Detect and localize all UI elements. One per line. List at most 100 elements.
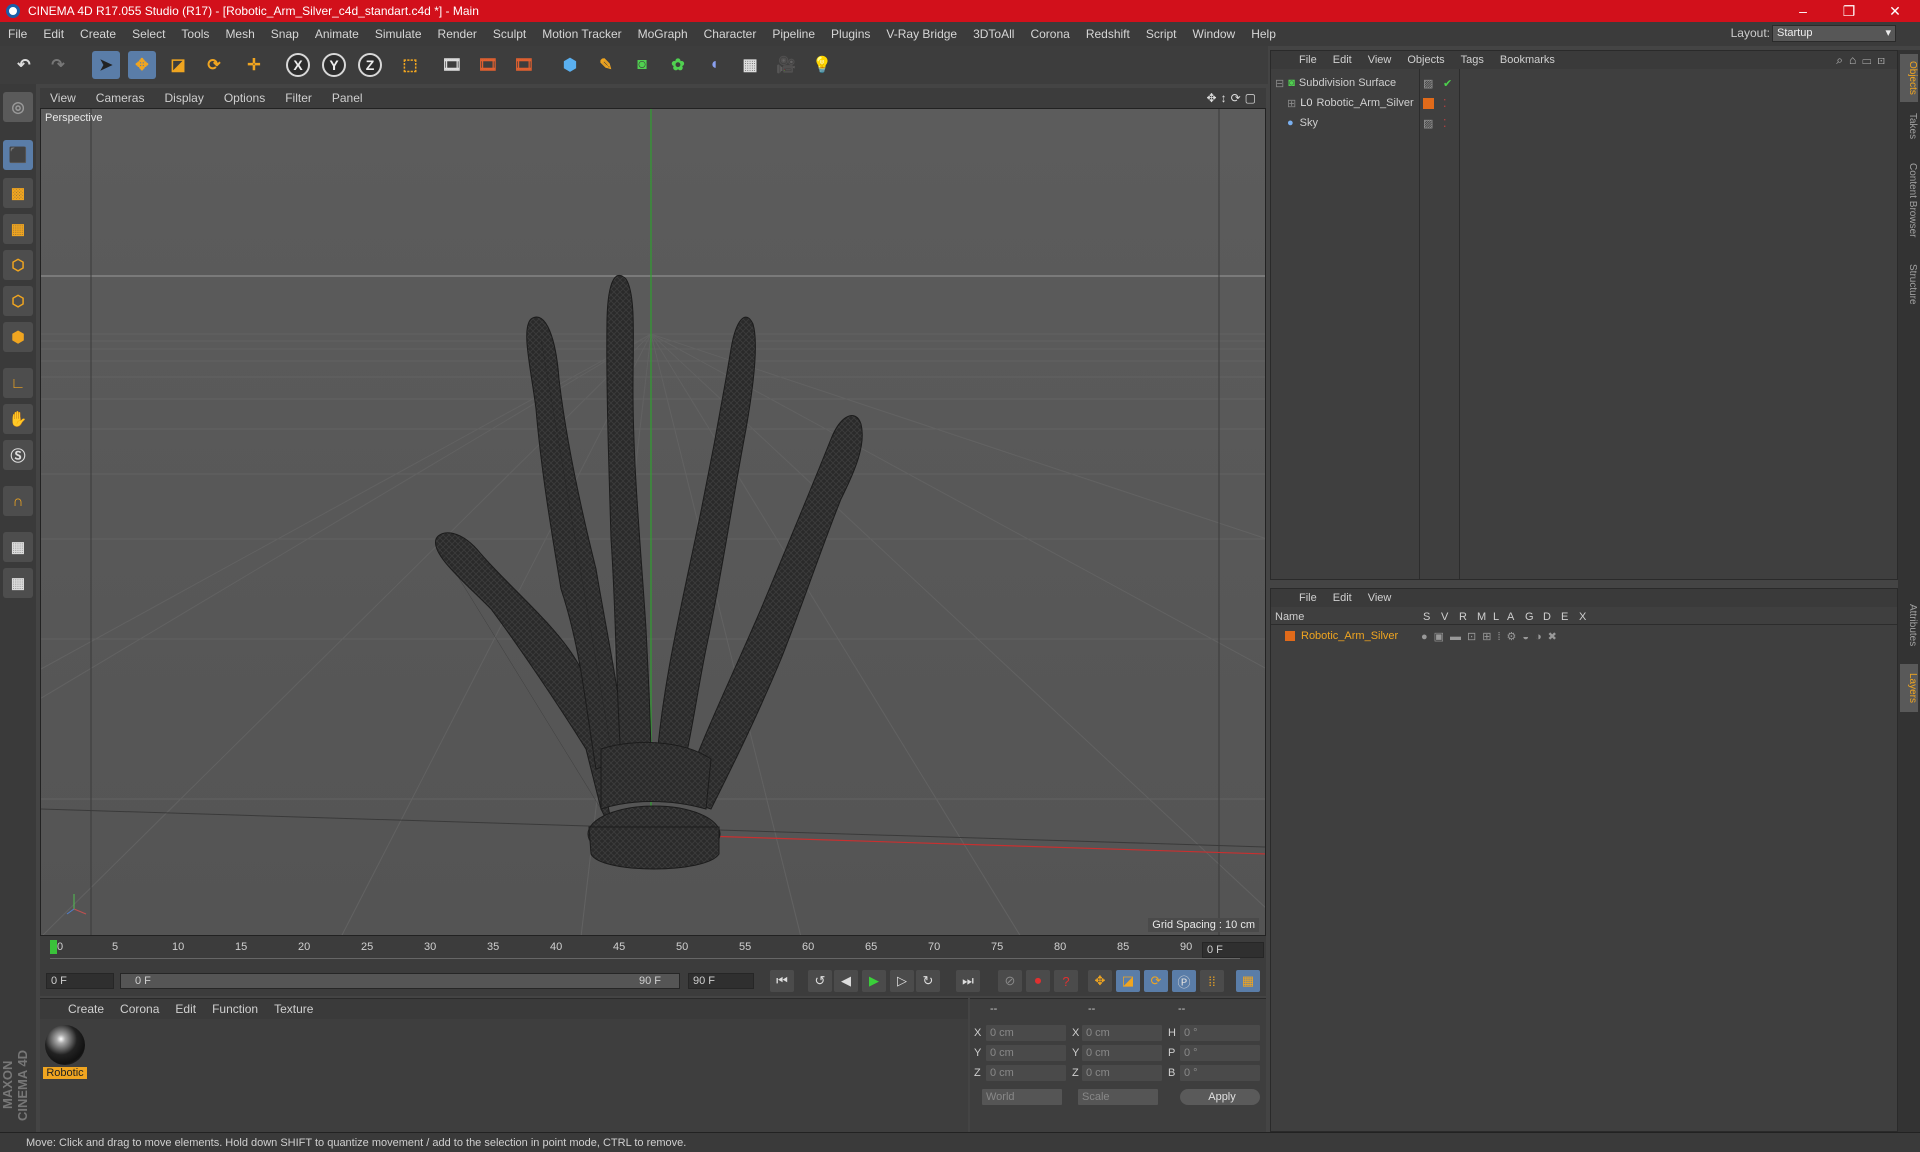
y-axis-lock-button[interactable]: Y (322, 53, 346, 77)
rotate-tool-icon[interactable]: ⟳ (200, 51, 228, 79)
step-forward-icon[interactable]: ▷ (890, 970, 914, 992)
spline-pen-icon[interactable]: ✎ (592, 51, 620, 79)
object-row-sky[interactable]: ● Sky ▨ ⁚ (1271, 113, 1897, 133)
tweak-mode-icon[interactable]: ✋ (3, 404, 33, 434)
viewport-menu-display[interactable]: Display (154, 91, 213, 105)
size-x-field[interactable]: 0 cm (1082, 1025, 1162, 1041)
render-view-icon[interactable]: 🎞 (438, 51, 466, 79)
tab-attributes[interactable]: Attributes (1900, 590, 1918, 660)
subdivision-surface-icon[interactable]: ◙ (628, 51, 656, 79)
move-tool-icon[interactable]: ✥ (128, 51, 156, 79)
obj-menu-edit[interactable]: Edit (1325, 54, 1360, 66)
snap-magnet-icon[interactable]: ∩ (3, 486, 33, 516)
key-parameter-icon[interactable]: Ⓟ (1172, 970, 1196, 992)
menu-window[interactable]: Window (1185, 27, 1244, 41)
undo-button[interactable]: ↶ (10, 51, 38, 79)
pos-y-field[interactable]: 0 cm (986, 1045, 1066, 1061)
layer-color-swatch[interactable] (1285, 631, 1295, 641)
menu-tools[interactable]: Tools (173, 27, 217, 41)
material-swatch[interactable]: Robotic (43, 1025, 87, 1081)
object-row-robotic-arm[interactable]: ⊞ L0 Robotic_Arm_Silver ⁚ (1271, 93, 1897, 113)
menu-file[interactable]: File (0, 27, 35, 41)
viewport-menu-cameras[interactable]: Cameras (86, 91, 155, 105)
key-rotation-icon[interactable]: ⟳ (1144, 970, 1168, 992)
maximize-button[interactable]: ❐ (1826, 0, 1872, 22)
key-scale-icon[interactable]: ◪ (1116, 970, 1140, 992)
menu-simulate[interactable]: Simulate (367, 27, 430, 41)
layer-color-swatch[interactable] (1423, 97, 1434, 109)
make-editable-icon[interactable]: ◎ (3, 92, 33, 122)
model-mode-icon[interactable]: ⬛ (3, 140, 33, 170)
pos-z-field[interactable]: 0 cm (986, 1065, 1066, 1081)
menu-character[interactable]: Character (696, 27, 765, 41)
perspective-viewport[interactable]: Perspective Grid Spacing : 10 cm (40, 108, 1266, 936)
pos-x-field[interactable]: 0 cm (986, 1025, 1066, 1041)
keyframe-mode-icon[interactable]: ⊘ (998, 970, 1022, 992)
layer-flags-icons[interactable]: ●▣▬⊡⊞⁞⚙◒◑✖ (1421, 630, 1563, 643)
tab-objects[interactable]: Objects (1900, 54, 1918, 102)
object-row-subdivision[interactable]: ⊟ ◙ Subdivision Surface ▨ ✔ (1271, 73, 1897, 93)
material-menu-corona[interactable]: Corona (112, 1002, 167, 1016)
rot-h-field[interactable]: 0 ° (1180, 1025, 1260, 1041)
deformer-icon[interactable]: ◖ (700, 51, 728, 79)
rot-p-field[interactable]: 0 ° (1180, 1045, 1260, 1061)
viewport-menu-panel[interactable]: Panel (322, 91, 373, 105)
z-axis-lock-button[interactable]: Z (358, 53, 382, 77)
menu-edit[interactable]: Edit (35, 27, 72, 41)
viewport-menu-view[interactable]: View (40, 91, 86, 105)
workplane-lock-icon[interactable]: ▦ (3, 532, 33, 562)
workplane-mode-icon[interactable]: ▦ (3, 214, 33, 244)
apply-button[interactable]: Apply (1180, 1089, 1260, 1105)
axis-mode-icon[interactable]: ∟ (3, 368, 33, 398)
end-frame-field[interactable]: 90 F (688, 973, 754, 989)
tab-takes[interactable]: Takes (1900, 106, 1918, 146)
menu-render[interactable]: Render (430, 27, 485, 41)
menu-animate[interactable]: Animate (307, 27, 367, 41)
material-menu-function[interactable]: Function (204, 1002, 266, 1016)
viewport-navigation-icon[interactable]: ✥↕⟳▢ (1207, 91, 1260, 105)
menu-pipeline[interactable]: Pipeline (764, 27, 823, 41)
size-y-field[interactable]: 0 cm (1082, 1045, 1162, 1061)
light-icon[interactable]: 💡 (808, 51, 836, 79)
redo-button[interactable]: ↷ (44, 51, 72, 79)
points-mode-icon[interactable]: ⬡ (3, 250, 33, 280)
record-key-icon[interactable]: ⏺ (1026, 970, 1050, 992)
menu-script[interactable]: Script (1138, 27, 1185, 41)
x-axis-lock-button[interactable]: X (286, 53, 310, 77)
go-to-start-icon[interactable]: ⏮ (770, 970, 794, 992)
autokey-icon[interactable]: ? (1054, 970, 1078, 992)
menu-redshift[interactable]: Redshift (1078, 27, 1138, 41)
solo-mode-icon[interactable]: Ⓢ (3, 440, 33, 470)
close-button[interactable]: ✕ (1872, 0, 1918, 22)
visibility-dots-icon[interactable]: ⁚ (1443, 97, 1447, 110)
recent-tool-icon[interactable]: ✛ (240, 51, 268, 79)
rot-b-field[interactable]: 0 ° (1180, 1065, 1260, 1081)
live-selection-icon[interactable]: ➤ (92, 51, 120, 79)
obj-menu-objects[interactable]: Objects (1399, 54, 1452, 66)
layer-menu-view[interactable]: View (1360, 592, 1400, 604)
menu-help[interactable]: Help (1243, 27, 1284, 41)
menu-mesh[interactable]: Mesh (217, 27, 262, 41)
layer-menu-edit[interactable]: Edit (1325, 592, 1360, 604)
layer-row-robotic-arm[interactable]: Robotic_Arm_Silver ●▣▬⊡⊞⁞⚙◒◑✖ (1271, 627, 1897, 645)
menu-sculpt[interactable]: Sculpt (485, 27, 534, 41)
layout-dropdown[interactable]: Startup ▾ (1772, 25, 1896, 42)
menu-motion-tracker[interactable]: Motion Tracker (534, 27, 629, 41)
step-back-icon[interactable]: ↺ (808, 970, 832, 992)
menu-snap[interactable]: Snap (263, 27, 307, 41)
enabled-check-icon[interactable]: ✔ (1443, 77, 1452, 90)
loop-icon[interactable]: ↻ (916, 970, 940, 992)
cloner-icon[interactable]: ✿ (664, 51, 692, 79)
cube-primitive-icon[interactable]: ⬢ (556, 51, 584, 79)
obj-menu-bookmarks[interactable]: Bookmarks (1492, 54, 1563, 66)
preview-range-slider[interactable]: 0 F 90 F (120, 973, 680, 989)
render-picture-viewer-icon[interactable]: 🎞 (474, 51, 502, 79)
menu-3dtoall[interactable]: 3DToAll (965, 27, 1022, 41)
coordinate-system-icon[interactable]: ⬚ (396, 51, 424, 79)
scale-dropdown[interactable]: Scale (1078, 1089, 1158, 1105)
menu-vray-bridge[interactable]: V-Ray Bridge (878, 27, 965, 41)
menu-create[interactable]: Create (72, 27, 124, 41)
tab-content-browser[interactable]: Content Browser (1900, 150, 1918, 250)
play-backwards-icon[interactable]: ◀ (834, 970, 858, 992)
tab-layers[interactable]: Layers (1900, 664, 1918, 712)
